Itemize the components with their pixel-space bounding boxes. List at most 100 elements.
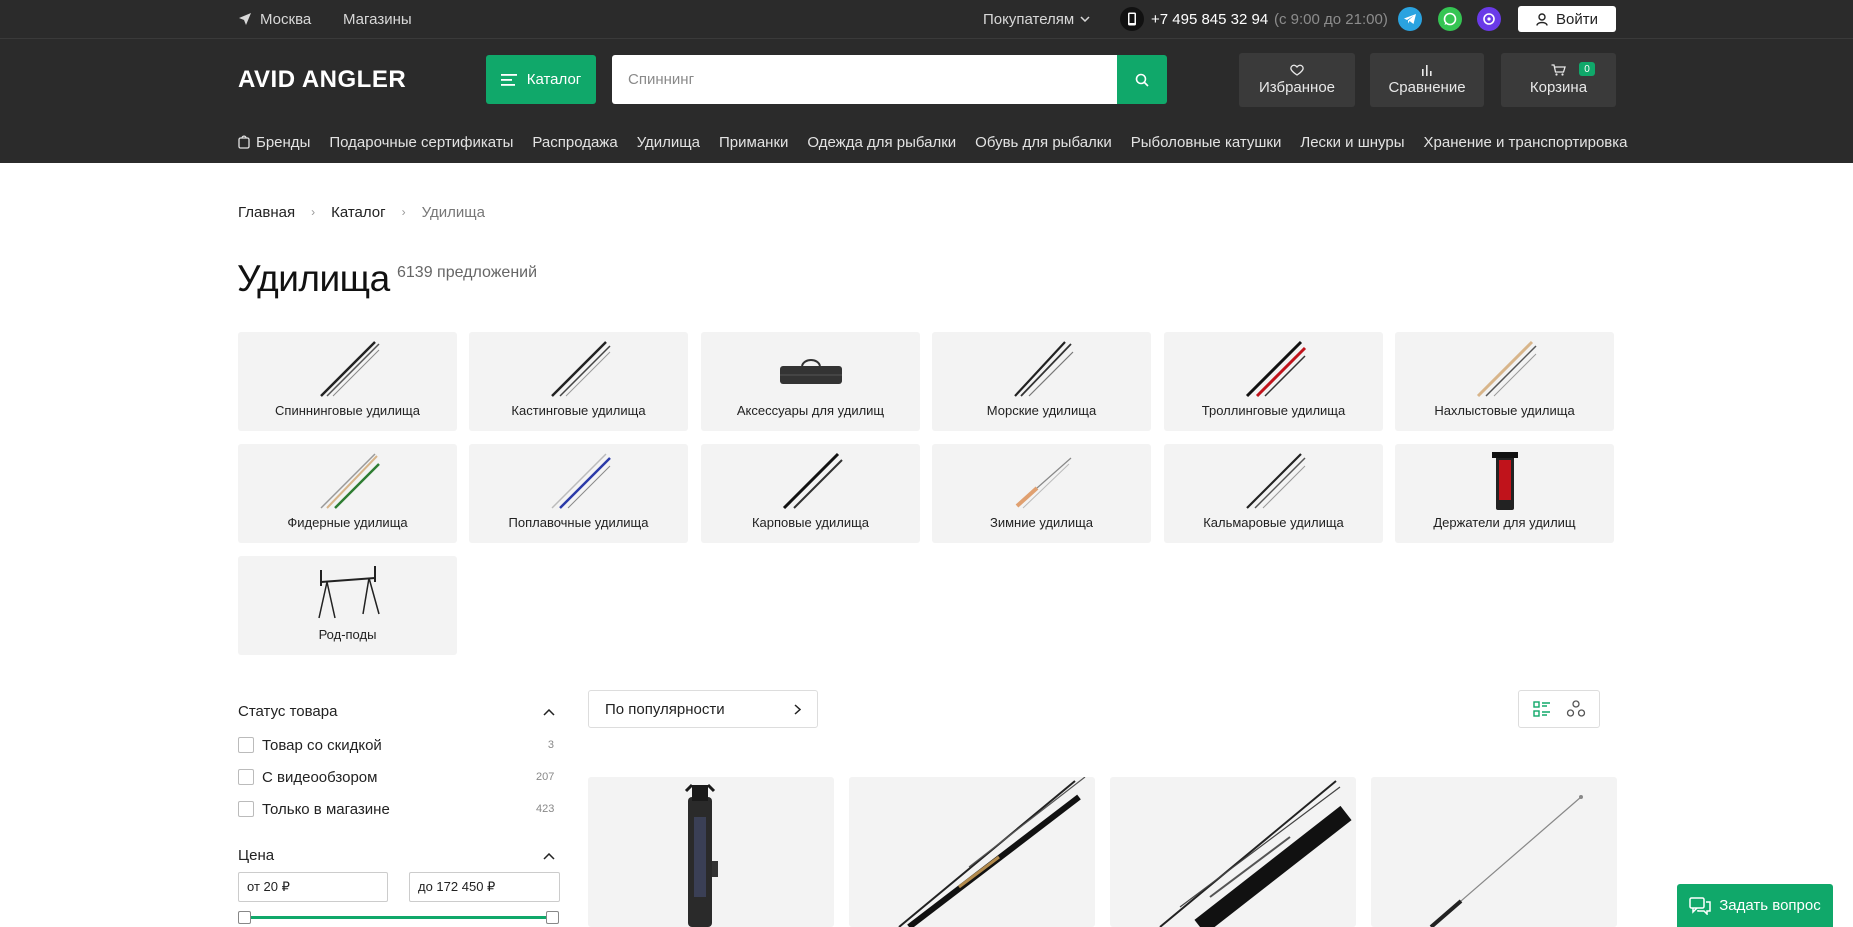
fly-rod-image: [1476, 340, 1537, 398]
sort-dropdown[interactable]: По популярности: [588, 690, 818, 728]
cart-button[interactable]: Корзина 0: [1501, 53, 1616, 107]
status-filter-title[interactable]: Статус товара: [238, 703, 337, 720]
main-header: AVID ANGLER Каталог Избранное Сравнение …: [0, 38, 1853, 163]
price-from-input[interactable]: [238, 872, 388, 902]
tag-bag-icon: [238, 135, 250, 149]
product-card[interactable]: [1371, 777, 1617, 927]
favorites-button[interactable]: Избранное: [1239, 53, 1355, 107]
category-label: Троллинговые удилища: [1201, 403, 1346, 418]
category-sea[interactable]: Морские удилища: [932, 332, 1151, 431]
rod-case-image: [780, 359, 842, 384]
checkbox[interactable]: [238, 801, 254, 817]
city-selector[interactable]: Москва: [238, 0, 311, 38]
cart-count-badge: 0: [1579, 62, 1595, 76]
breadcrumb-current: Удилища: [421, 203, 485, 221]
ask-question-button[interactable]: Задать вопрос: [1677, 884, 1833, 927]
price-filter-title[interactable]: Цена: [238, 847, 274, 864]
phone-number[interactable]: +7 495 845 32 94: [1151, 0, 1268, 38]
price-slider-min-handle[interactable]: [238, 911, 251, 924]
nav-item-rods[interactable]: Удилища: [637, 134, 700, 151]
category-label: Нахлыстовые удилища: [1434, 403, 1575, 418]
category-rod-accessories[interactable]: Аксессуары для удилищ: [701, 332, 920, 431]
compare-button[interactable]: Сравнение: [1370, 53, 1484, 107]
nav-item-footwear[interactable]: Обувь для рыбалки: [975, 134, 1112, 151]
filter-option-count: 423: [536, 803, 555, 815]
breadcrumb-catalog[interactable]: Каталог: [331, 204, 386, 221]
filter-option-video[interactable]: С видеообзором: [238, 768, 377, 786]
search-icon: [1135, 73, 1149, 87]
tile-view-icon[interactable]: [1566, 700, 1586, 718]
product-image: [898, 777, 1086, 927]
buyers-menu[interactable]: Покупателям: [983, 0, 1090, 38]
category-carp[interactable]: Карповые удилища: [701, 444, 920, 543]
category-squid[interactable]: Кальмаровые удилища: [1164, 444, 1383, 543]
filter-option-label: Товар со скидкой: [262, 736, 382, 754]
search-button[interactable]: [1117, 55, 1167, 104]
category-label: Спиннинговые удилища: [275, 403, 420, 418]
category-label: Держатели для удилищ: [1433, 515, 1576, 530]
buyers-label: Покупателям: [983, 10, 1075, 28]
filter-option-in-store[interactable]: Только в магазине: [238, 800, 390, 818]
nav-item-lines[interactable]: Лески и шнуры: [1300, 134, 1404, 151]
nav-item-lures[interactable]: Приманки: [719, 134, 788, 151]
nav-item-gift-cards[interactable]: Подарочные сертификаты: [329, 134, 513, 151]
search-input[interactable]: [612, 55, 1117, 104]
category-rod-holders[interactable]: Держатели для удилищ: [1395, 444, 1614, 543]
breadcrumb-separator-icon: ›: [401, 205, 406, 219]
offers-count: 6139 предложений: [397, 264, 538, 281]
feeder-rod-image: [320, 453, 380, 509]
category-rod-pods[interactable]: Род-поды: [238, 556, 457, 655]
cart-label: Корзина: [1529, 79, 1588, 96]
filter-option-label: Только в магазине: [262, 800, 390, 818]
viber-icon[interactable]: [1477, 7, 1501, 31]
user-icon: [1536, 12, 1548, 26]
telegram-icon[interactable]: [1398, 7, 1422, 31]
chevron-up-icon[interactable]: [543, 853, 555, 860]
city-label: Москва: [260, 10, 312, 28]
list-view-icon[interactable]: [1533, 700, 1551, 718]
menu-icon: [500, 73, 517, 86]
breadcrumb-home[interactable]: Главная: [238, 204, 295, 221]
location-arrow-icon: [239, 13, 251, 25]
product-card[interactable]: [588, 777, 834, 927]
filter-option-discount[interactable]: Товар со скидкой: [238, 736, 382, 754]
casting-rod-image: [551, 341, 611, 397]
login-button[interactable]: Войти: [1518, 6, 1616, 32]
filter-option-count: 207: [536, 771, 555, 783]
nav-item-reels[interactable]: Рыболовные катушки: [1131, 134, 1282, 151]
product-card[interactable]: [1110, 777, 1356, 927]
phone-hours: (с 9:00 до 21:00): [1274, 10, 1388, 28]
category-float[interactable]: Поплавочные удилища: [469, 444, 688, 543]
nav-item-brands[interactable]: Бренды: [256, 134, 310, 151]
site-logo[interactable]: AVID ANGLER: [238, 65, 406, 95]
rod-pod-image: [318, 566, 380, 619]
category-label: Род-поды: [318, 627, 377, 642]
stores-link[interactable]: Магазины: [343, 0, 412, 38]
chevron-up-icon[interactable]: [543, 709, 555, 716]
category-label: Аксессуары для удилищ: [736, 403, 885, 418]
whatsapp-icon[interactable]: [1438, 7, 1462, 31]
category-label: Зимние удилища: [989, 515, 1094, 530]
sea-rod-image: [1014, 341, 1074, 397]
price-slider-track[interactable]: [244, 916, 552, 919]
price-slider-max-handle[interactable]: [546, 911, 559, 924]
catalog-button[interactable]: Каталог: [486, 55, 596, 104]
category-fly[interactable]: Нахлыстовые удилища: [1395, 332, 1614, 431]
nav-item-storage[interactable]: Хранение и транспортировка: [1424, 134, 1628, 151]
category-feeder[interactable]: Фидерные удилища: [238, 444, 457, 543]
price-to-input[interactable]: [409, 872, 560, 902]
category-trolling[interactable]: Троллинговые удилища: [1164, 332, 1383, 431]
category-winter[interactable]: Зимние удилища: [932, 444, 1151, 543]
checkbox[interactable]: [238, 769, 254, 785]
nav-item-sale[interactable]: Распродажа: [532, 134, 617, 151]
checkbox[interactable]: [238, 737, 254, 753]
category-label: Кальмаровые удилища: [1203, 515, 1344, 530]
nav-item-clothing[interactable]: Одежда для рыбалки: [807, 134, 956, 151]
product-card[interactable]: [849, 777, 1095, 927]
category-spinning[interactable]: Спиннинговые удилища: [238, 332, 457, 431]
view-toggle: [1518, 690, 1600, 728]
compare-bars-icon: [1422, 64, 1432, 76]
category-casting[interactable]: Кастинговые удилища: [469, 332, 688, 431]
breadcrumb: Главная › Каталог › Удилища: [238, 202, 485, 222]
logo-text: AVID ANGLER: [238, 66, 407, 93]
